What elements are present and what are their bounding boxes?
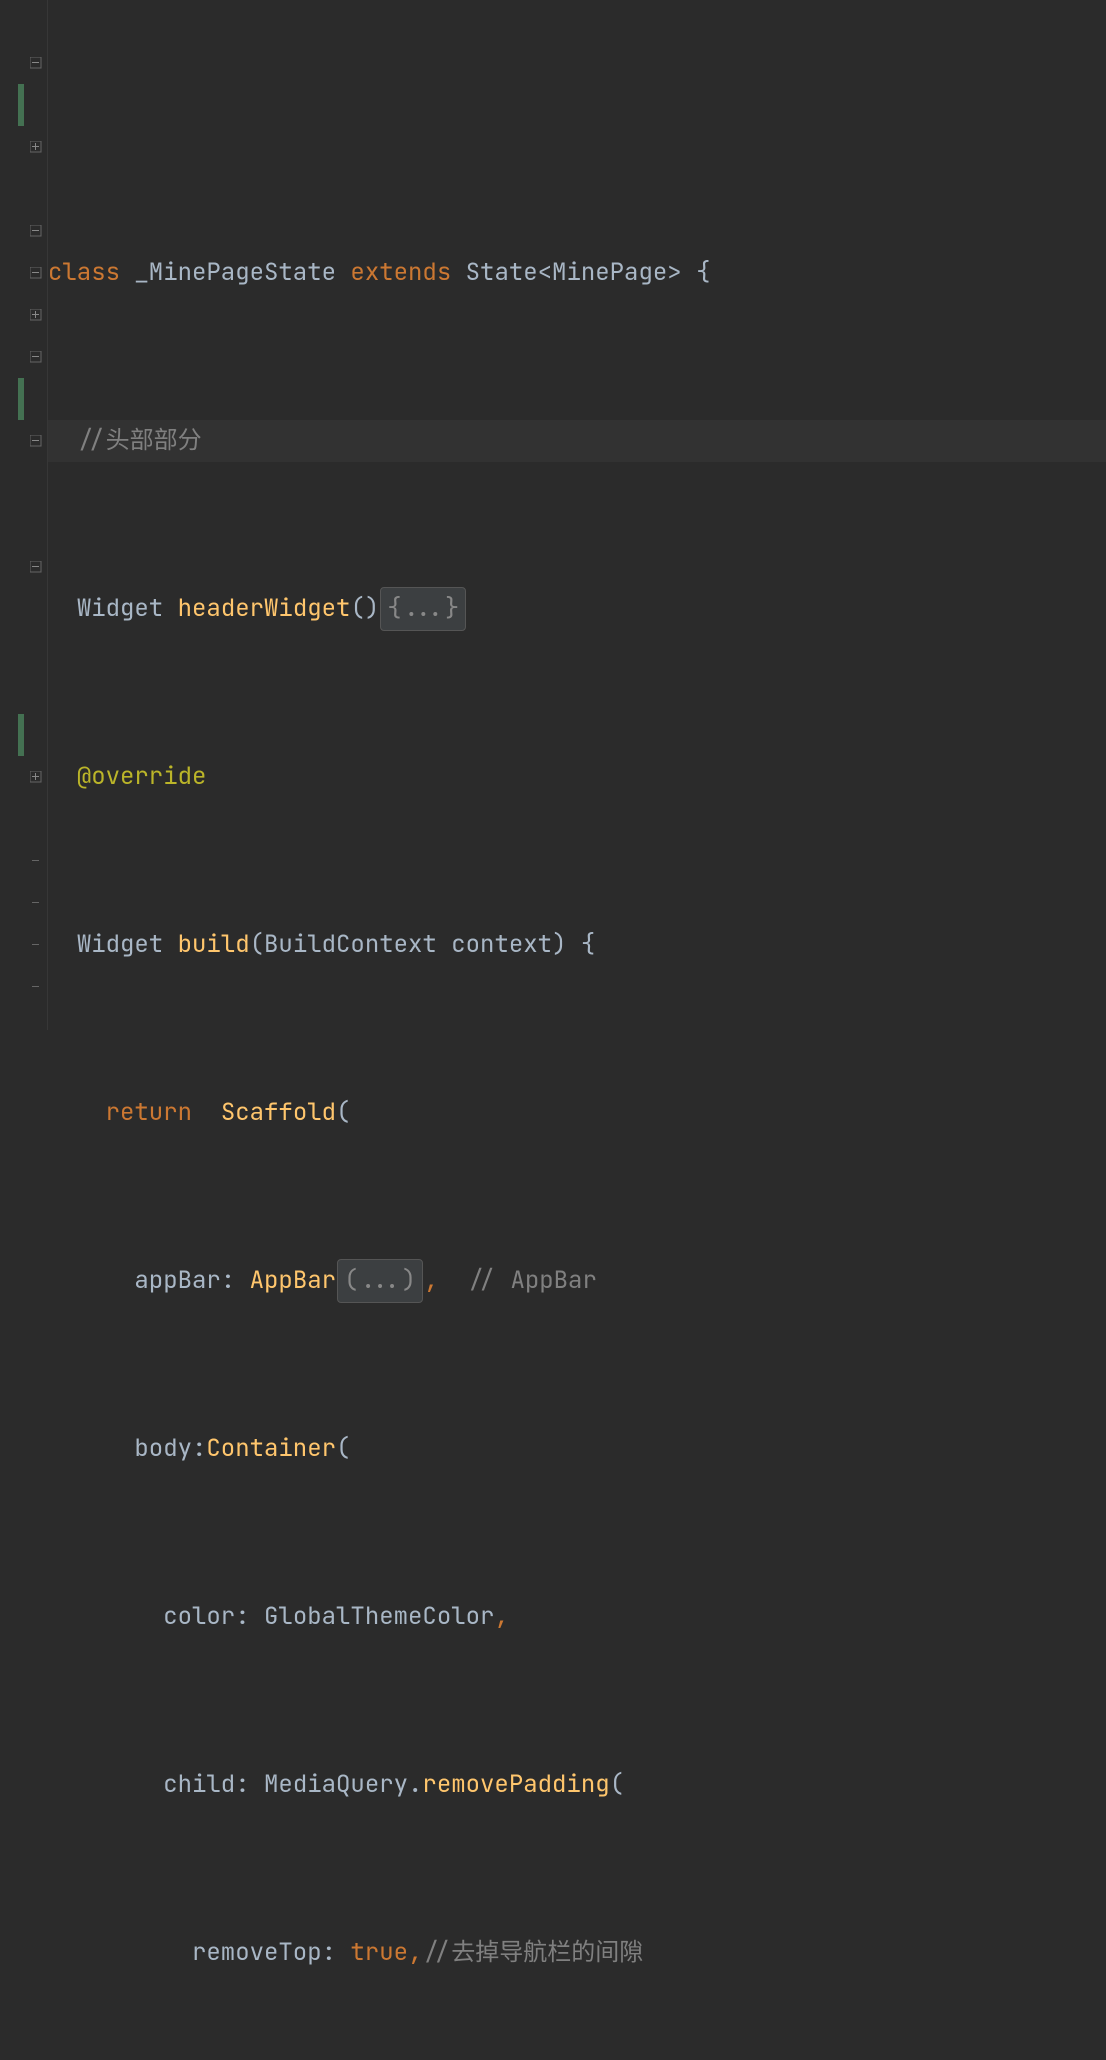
- fold-end-icon[interactable]: [28, 979, 44, 995]
- identifier: GlobalThemeColor: [264, 1596, 494, 1638]
- code-editor: class _MinePageState extends State<MineP…: [0, 0, 1106, 1030]
- keyword: class: [48, 252, 120, 294]
- named-arg: appBar:: [134, 1260, 235, 1302]
- type: Widget: [77, 588, 163, 630]
- code-line[interactable]: child: MediaQuery.removePadding(: [48, 1764, 1106, 1806]
- named-arg: removeTop:: [192, 1932, 336, 1974]
- parameter: context: [451, 924, 552, 966]
- keyword: extends: [350, 252, 451, 294]
- fold-minus-icon[interactable]: [28, 433, 44, 449]
- fold-plus-icon[interactable]: [28, 769, 44, 785]
- literal: true: [350, 1932, 408, 1974]
- fold-minus-icon[interactable]: [28, 55, 44, 71]
- fold-plus-icon[interactable]: [28, 139, 44, 155]
- fold-end-icon[interactable]: [28, 895, 44, 911]
- constructor: AppBar: [250, 1260, 336, 1302]
- gutter: [0, 0, 48, 1030]
- named-arg: child:: [163, 1764, 249, 1806]
- class-ref: MediaQuery: [264, 1764, 408, 1806]
- fold-minus-icon[interactable]: [28, 223, 44, 239]
- fold-plus-icon[interactable]: [28, 307, 44, 323]
- code-line[interactable]: color: GlobalThemeColor,: [48, 1596, 1106, 1638]
- named-arg: body:: [134, 1428, 206, 1470]
- named-arg: color:: [163, 1596, 249, 1638]
- code-area[interactable]: class _MinePageState extends State<MineP…: [48, 0, 1106, 1030]
- folded-region[interactable]: (...): [337, 1259, 423, 1303]
- code-line[interactable]: Widget build(BuildContext context) {: [48, 924, 1106, 966]
- constructor: Scaffold: [221, 1092, 336, 1134]
- constructor: Container: [206, 1428, 336, 1470]
- keyword: return: [106, 1092, 192, 1134]
- change-marker: [18, 714, 24, 756]
- code-line[interactable]: removeTop: true,//去掉导航栏的间隙: [48, 1932, 1106, 1974]
- brace: {: [581, 924, 595, 966]
- brace: {: [696, 252, 710, 294]
- type: State: [466, 252, 538, 294]
- code-line[interactable]: Widget headerWidget(){...}: [48, 588, 1106, 630]
- comment: // AppBar: [467, 1260, 597, 1302]
- change-marker: [18, 378, 24, 420]
- annotation: @override: [77, 756, 207, 798]
- type: Widget: [77, 924, 163, 966]
- code-line[interactable]: body:Container(: [48, 1428, 1106, 1470]
- type: MinePage: [552, 252, 667, 294]
- code-line[interactable]: class _MinePageState extends State<MineP…: [48, 252, 1106, 294]
- comment: //头部部分: [77, 420, 202, 462]
- function-name: headerWidget: [178, 588, 351, 630]
- fold-minus-icon[interactable]: [28, 265, 44, 281]
- type: BuildContext: [264, 924, 437, 966]
- folded-region[interactable]: {...}: [380, 587, 466, 631]
- code-line[interactable]: @override: [48, 756, 1106, 798]
- code-line[interactable]: //头部部分: [48, 420, 1106, 462]
- code-line[interactable]: return Scaffold(: [48, 1092, 1106, 1134]
- function-name: build: [178, 924, 250, 966]
- code-line[interactable]: appBar: AppBar(...), // AppBar: [48, 1260, 1106, 1302]
- method: removePadding: [422, 1764, 609, 1806]
- fold-minus-icon[interactable]: [28, 349, 44, 365]
- fold-end-icon[interactable]: [28, 853, 44, 869]
- comment: //去掉导航栏的间隙: [422, 1932, 643, 1974]
- change-marker: [18, 84, 24, 126]
- class-name: _MinePageState: [134, 252, 336, 294]
- fold-end-icon[interactable]: [28, 937, 44, 953]
- fold-minus-icon[interactable]: [28, 559, 44, 575]
